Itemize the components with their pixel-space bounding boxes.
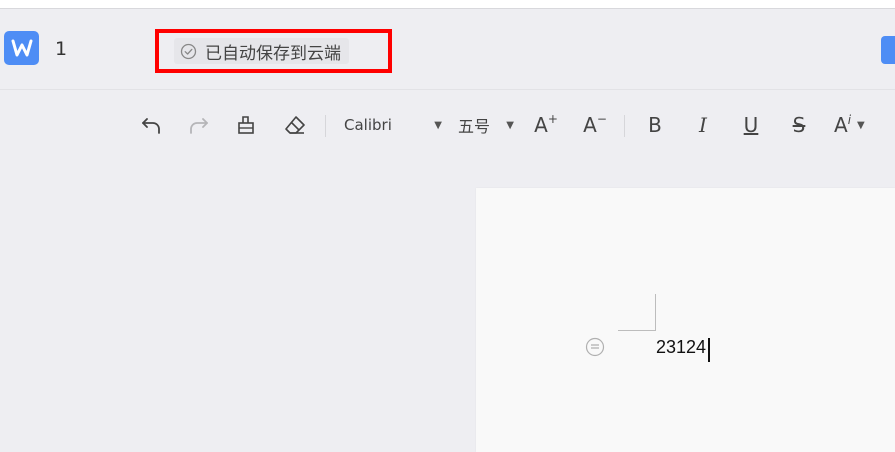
clear-format-button[interactable] xyxy=(282,100,308,150)
text-cursor xyxy=(708,338,710,362)
save-status-highlight: 已自动保存到云端 xyxy=(155,29,392,73)
toolbar-divider xyxy=(624,115,625,137)
chevron-down-icon: ▼ xyxy=(506,119,514,131)
font-name-value: Calibri xyxy=(344,116,392,134)
undo-icon xyxy=(142,118,160,134)
shrink-font-icon: A xyxy=(583,113,597,137)
bold-button[interactable]: B xyxy=(642,100,668,150)
chevron-down-icon: ▼ xyxy=(434,119,442,131)
italic-icon: I xyxy=(699,113,707,137)
app-logo[interactable] xyxy=(4,31,39,65)
paragraph-handle-icon[interactable] xyxy=(585,337,605,357)
chevron-down-icon: ▼ xyxy=(857,119,865,131)
font-size-select[interactable]: 五号 ▼ xyxy=(458,100,514,150)
format-painter-button[interactable] xyxy=(233,100,259,150)
bold-icon: B xyxy=(648,113,662,137)
redo-button[interactable] xyxy=(186,100,212,150)
format-painter-icon xyxy=(238,116,254,134)
document-page[interactable] xyxy=(476,188,895,452)
save-status[interactable]: 已自动保存到云端 xyxy=(174,38,349,64)
eraser-icon xyxy=(285,116,305,134)
grow-font-button[interactable]: A + xyxy=(533,100,559,150)
strikethrough-icon: S xyxy=(792,113,806,137)
undo-button[interactable] xyxy=(138,100,164,150)
document-body-text[interactable]: 23124 xyxy=(656,337,706,358)
page-margin-corner xyxy=(618,294,656,331)
toolbar-divider xyxy=(325,115,326,137)
font-name-select[interactable]: Calibri ▼ xyxy=(344,100,442,150)
word-w-icon xyxy=(11,39,32,57)
grow-font-icon: A xyxy=(534,113,548,137)
underline-icon: U xyxy=(743,113,759,137)
share-button[interactable] xyxy=(881,36,895,64)
text-effect-icon: A xyxy=(834,113,848,137)
formatting-toolbar: Calibri ▼ 五号 ▼ A + A − B I U S Ai ▼ xyxy=(0,100,895,150)
document-title[interactable]: 1 xyxy=(55,38,67,60)
font-size-value: 五号 xyxy=(458,117,491,136)
shrink-font-button[interactable]: A − xyxy=(582,100,608,150)
italic-button[interactable]: I xyxy=(690,100,716,150)
window-top-strip xyxy=(0,0,895,9)
header-bar: 1 已自动保存到云端 xyxy=(0,9,895,90)
strikethrough-button[interactable]: S xyxy=(786,100,812,150)
save-status-text: 已自动保存到云端 xyxy=(205,43,341,64)
text-effect-button[interactable]: Ai ▼ xyxy=(834,100,882,150)
check-circle-icon xyxy=(180,43,197,59)
redo-icon xyxy=(190,118,208,134)
underline-button[interactable]: U xyxy=(738,100,764,150)
